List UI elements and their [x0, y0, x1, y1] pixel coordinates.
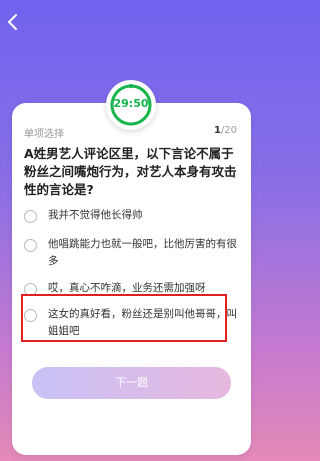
progress-total: /20 — [220, 125, 237, 136]
question-card: 单项选择 1/20 A姓男艺人评论区里，以下言论不属于粉丝之间嘴炮行为，对艺人本… — [12, 103, 251, 455]
radio-icon — [24, 239, 37, 252]
highlight-box — [21, 294, 227, 342]
status-bar — [0, 0, 263, 6]
back-button[interactable] — [4, 12, 24, 32]
timer-text: 29:50 — [113, 97, 149, 110]
option-1[interactable]: 我并不觉得他长得帅 — [24, 207, 238, 224]
option-label: 我并不觉得他长得帅 — [48, 209, 143, 221]
timer: 29:50 — [106, 80, 156, 130]
question-type-label: 单项选择 — [24, 129, 64, 140]
option-2[interactable]: 他唱跳能力也就一般吧，比他厉害的有很多 — [24, 236, 238, 270]
question-text: A姓男艺人评论区里，以下言论不属于粉丝之间嘴炮行为，对艺人本身有攻击性的言论是? — [24, 146, 237, 197]
next-question-button[interactable]: 下一题 — [32, 367, 231, 399]
progress-current: 1 — [213, 125, 221, 136]
option-label: 他唱跳能力也就一般吧，比他厉害的有很多 — [48, 238, 237, 267]
chevron-left-icon — [7, 14, 17, 30]
radio-icon — [24, 210, 37, 223]
question-progress: 1/20 — [214, 125, 237, 136]
